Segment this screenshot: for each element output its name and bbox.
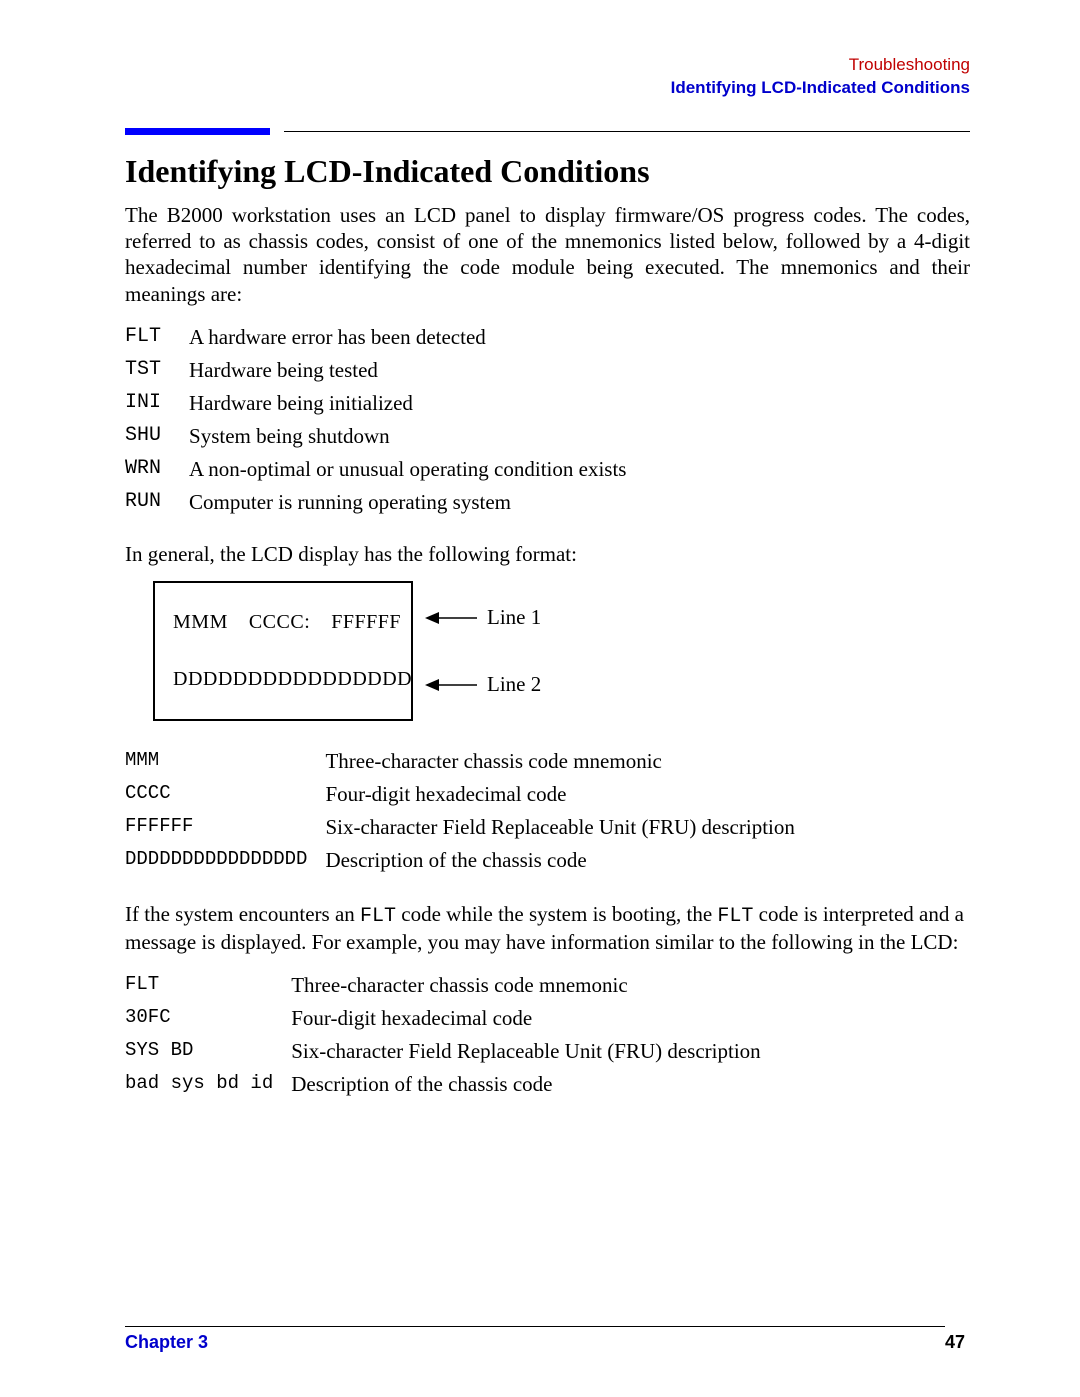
section-rule xyxy=(125,128,970,135)
table-row: TSTHardware being tested xyxy=(125,354,626,387)
example-desc: Six-character Field Replaceable Unit (FR… xyxy=(291,1035,760,1068)
example-code: FLT xyxy=(125,969,291,1002)
format-desc: Three-character chassis code mnemonic xyxy=(325,745,794,778)
mnemonic-code: TST xyxy=(125,354,189,387)
arrow-left-icon xyxy=(425,676,477,694)
mnemonic-desc: Hardware being initialized xyxy=(189,387,626,420)
lcd-field-ffffff: FFFFFF xyxy=(331,611,401,634)
flt-example-table: FLTThree-character chassis code mnemonic… xyxy=(125,969,761,1101)
example-desc: Three-character chassis code mnemonic xyxy=(291,969,760,1002)
flt-code-inline: FLT xyxy=(717,905,753,928)
example-code: bad sys bd id xyxy=(125,1068,291,1101)
mnemonic-code: RUN xyxy=(125,486,189,519)
lcd-field-mmm: MMM xyxy=(173,611,228,634)
mnemonic-desc: System being shutdown xyxy=(189,420,626,453)
format-intro: In general, the LCD display has the foll… xyxy=(125,541,970,567)
footer-rule xyxy=(125,1326,945,1327)
table-row: WRNA non-optimal or unusual operating co… xyxy=(125,453,626,486)
arrow-left-icon xyxy=(425,609,477,627)
mnemonic-desc: Hardware being tested xyxy=(189,354,626,387)
table-row: FFFFFFSix-character Field Replaceable Un… xyxy=(125,811,795,844)
table-row: RUNComputer is running operating system xyxy=(125,486,626,519)
lcd-diagram: MMM CCCC: FFFFFF DDDDDDDDDDDDDDDD Line 1… xyxy=(153,581,970,721)
flt-code-inline: FLT xyxy=(360,905,396,928)
table-row: DDDDDDDDDDDDDDDDDescription of the chass… xyxy=(125,844,795,877)
mnemonic-desc: A non-optimal or unusual operating condi… xyxy=(189,453,626,486)
section-title: Identifying LCD-Indicated Conditions xyxy=(125,153,970,190)
format-code: DDDDDDDDDDDDDDDD xyxy=(125,844,325,877)
flt-text: If the system encounters an xyxy=(125,902,360,926)
section-rule-accent xyxy=(125,128,270,135)
page-root: Troubleshooting Identifying LCD-Indicate… xyxy=(0,0,1080,1397)
lcd-field-cccc: CCCC: xyxy=(249,611,310,634)
format-desc: Description of the chassis code xyxy=(325,844,794,877)
table-row: FLTThree-character chassis code mnemonic xyxy=(125,969,761,1002)
mnemonic-desc: A hardware error has been detected xyxy=(189,321,626,354)
lcd-arrow-column: Line 1 Line 2 xyxy=(425,581,575,721)
table-row: MMMThree-character chassis code mnemonic xyxy=(125,745,795,778)
flt-paragraph: If the system encounters an FLT code whi… xyxy=(125,901,970,955)
intro-paragraph: The B2000 workstation uses an LCD panel … xyxy=(125,202,970,307)
mnemonic-code: SHU xyxy=(125,420,189,453)
table-row: bad sys bd idDescription of the chassis … xyxy=(125,1068,761,1101)
table-row: 30FCFour-digit hexadecimal code xyxy=(125,1002,761,1035)
table-row: SYS BDSix-character Field Replaceable Un… xyxy=(125,1035,761,1068)
example-code: SYS BD xyxy=(125,1035,291,1068)
mnemonic-code: INI xyxy=(125,387,189,420)
header-chapter: Troubleshooting xyxy=(125,54,970,77)
lcd-label-text: Line 1 xyxy=(487,605,541,630)
format-code: CCCC xyxy=(125,778,325,811)
mnemonic-code: FLT xyxy=(125,321,189,354)
mnemonic-desc: Computer is running operating system xyxy=(189,486,626,519)
table-row: INIHardware being initialized xyxy=(125,387,626,420)
lcd-label-text: Line 2 xyxy=(487,672,541,697)
footer-chapter: Chapter 3 xyxy=(125,1332,208,1353)
flt-text: code while the system is booting, the xyxy=(396,902,717,926)
table-row: FLTA hardware error has been detected xyxy=(125,321,626,354)
format-code: FFFFFF xyxy=(125,811,325,844)
format-desc: Four-digit hexadecimal code xyxy=(325,778,794,811)
lcd-label-line2: Line 2 xyxy=(425,672,541,697)
lcd-line-1: MMM CCCC: FFFFFF xyxy=(173,611,401,634)
example-desc: Four-digit hexadecimal code xyxy=(291,1002,760,1035)
lcd-box: MMM CCCC: FFFFFF DDDDDDDDDDDDDDDD xyxy=(153,581,413,721)
footer-page-number: 47 xyxy=(945,1332,965,1353)
lcd-line-2: DDDDDDDDDDDDDDDD xyxy=(173,668,412,691)
mnemonic-table: FLTA hardware error has been detected TS… xyxy=(125,321,626,519)
format-field-table: MMMThree-character chassis code mnemonic… xyxy=(125,745,795,877)
page-header: Troubleshooting Identifying LCD-Indicate… xyxy=(125,54,970,100)
example-desc: Description of the chassis code xyxy=(291,1068,760,1101)
header-section: Identifying LCD-Indicated Conditions xyxy=(125,77,970,100)
mnemonic-code: WRN xyxy=(125,453,189,486)
table-row: CCCCFour-digit hexadecimal code xyxy=(125,778,795,811)
table-row: SHUSystem being shutdown xyxy=(125,420,626,453)
example-code: 30FC xyxy=(125,1002,291,1035)
format-code: MMM xyxy=(125,745,325,778)
page-footer: Chapter 3 47 xyxy=(125,1332,965,1353)
lcd-label-line1: Line 1 xyxy=(425,605,541,630)
section-rule-line xyxy=(284,131,970,132)
format-desc: Six-character Field Replaceable Unit (FR… xyxy=(325,811,794,844)
